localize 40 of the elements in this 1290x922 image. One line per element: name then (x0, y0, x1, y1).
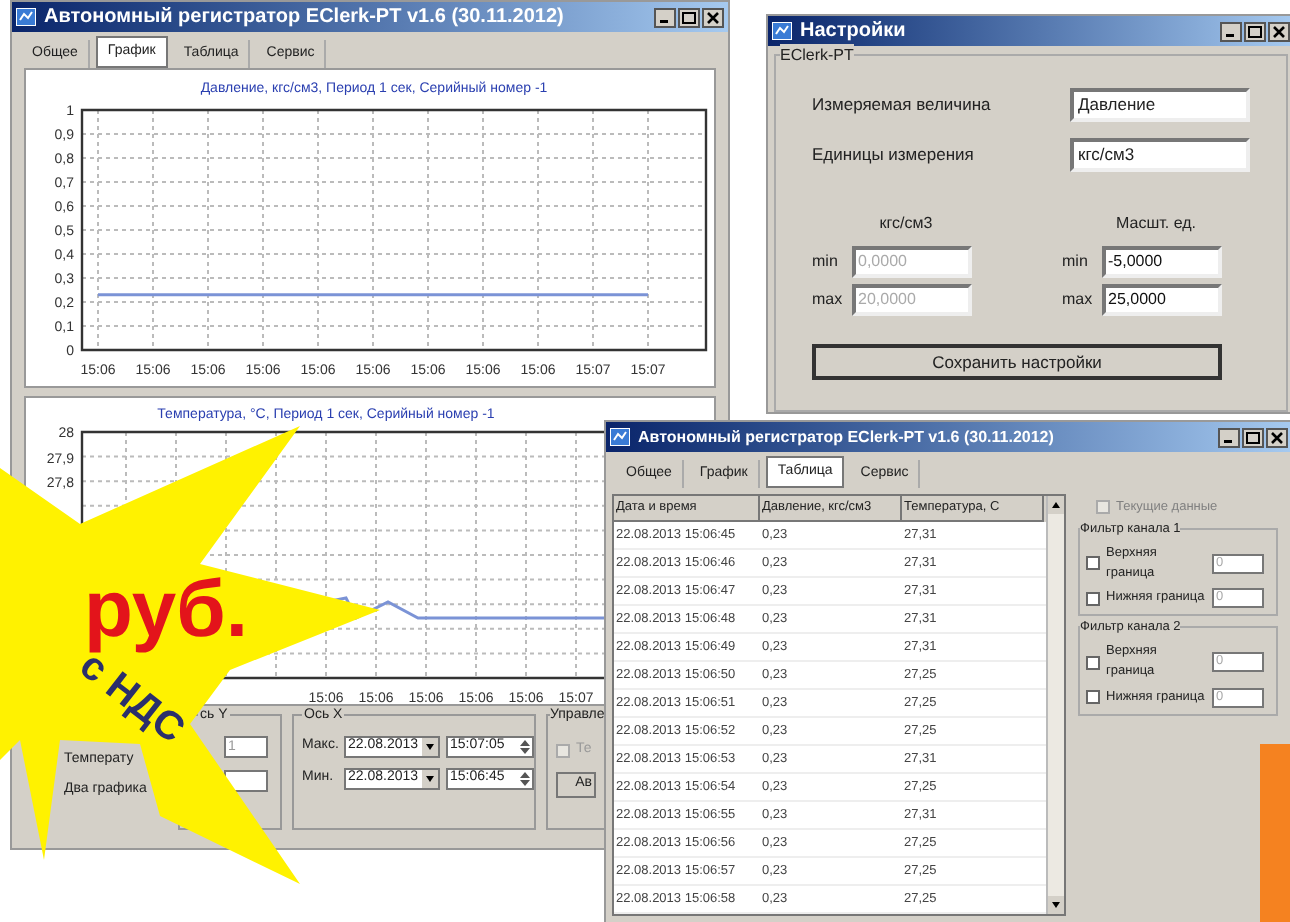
maximize-button[interactable] (1242, 427, 1264, 447)
checkbox[interactable] (1086, 655, 1100, 669)
caret-icon (422, 770, 438, 788)
app-icon (772, 22, 792, 40)
scrollbar[interactable] (1046, 496, 1064, 914)
app-icon (16, 8, 36, 26)
scroll-up-icon[interactable] (1048, 496, 1064, 514)
minimize-button[interactable] (1218, 427, 1240, 447)
input-field[interactable]: -5,0000 (1102, 246, 1222, 278)
maximize-button[interactable] (1244, 21, 1266, 41)
window-title: Автономный регистратор EClerk-PT v1.6 (30.11.2012) (44, 4, 564, 32)
window-title: Автономный регистратор EClerk-PT v1.6 (30.11.2012) (638, 425, 1054, 449)
spinner-icon (518, 738, 532, 756)
input-field[interactable]: кгс/см3 (1070, 138, 1250, 172)
close-button[interactable] (1268, 21, 1290, 41)
field-label: max (812, 288, 844, 312)
spinner-icon (518, 770, 532, 788)
field-label: Единицы измерения (812, 142, 974, 168)
field-label: max (1062, 288, 1094, 312)
checkbox[interactable] (1086, 556, 1100, 570)
field-label: min (812, 250, 840, 274)
column-heading: Масшт. ед. (1113, 212, 1198, 236)
input-field[interactable]: Давление (1070, 88, 1250, 122)
app-icon (610, 428, 630, 446)
scroll-down-icon[interactable] (1048, 896, 1064, 914)
field-label: Измеряемая величина (812, 92, 991, 118)
input-field[interactable]: 25,0000 (1102, 284, 1222, 316)
price-unit: руб. (84, 566, 248, 654)
field-label: min (1062, 250, 1090, 274)
caret-icon (422, 738, 438, 756)
checkbox[interactable] (1086, 591, 1100, 606)
checkbox[interactable] (1086, 690, 1100, 705)
minimize-button[interactable] (1220, 21, 1242, 41)
minimize-button[interactable] (654, 7, 676, 27)
save-button[interactable]: Сохранить настройки (812, 344, 1222, 380)
window-title: Настройки (800, 18, 906, 46)
close-button[interactable] (1266, 427, 1288, 447)
maximize-button[interactable] (678, 7, 700, 27)
close-button[interactable] (702, 7, 724, 27)
column-heading: кгс/см3 (877, 212, 935, 236)
